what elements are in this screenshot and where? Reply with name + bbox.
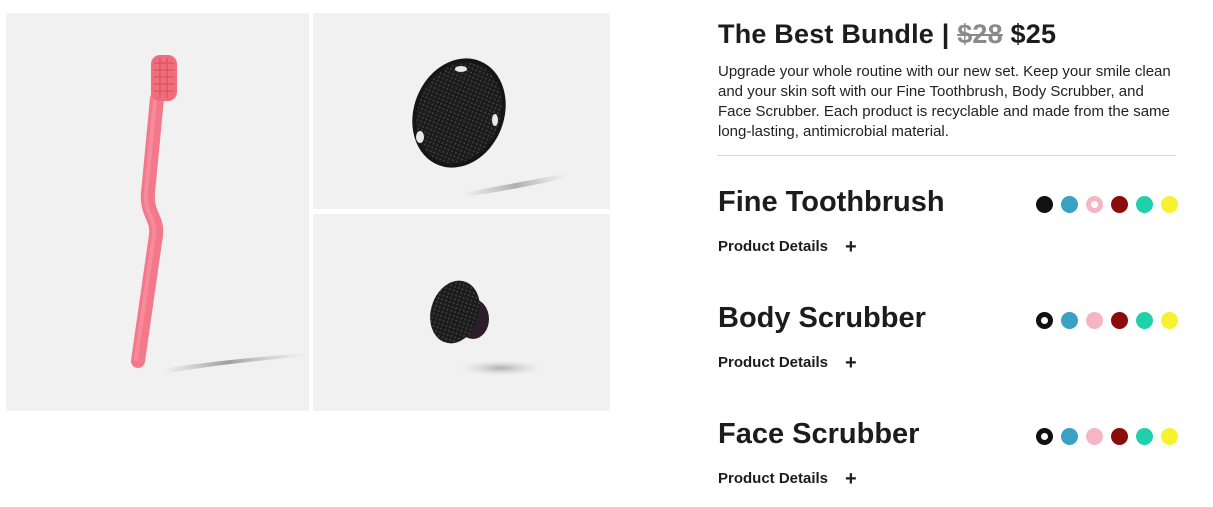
swatch-blue[interactable] xyxy=(1061,428,1078,445)
product-body-scrubber: Body Scrubber Product Details + xyxy=(718,301,1178,391)
product-details-toggle[interactable]: Product Details + xyxy=(718,237,857,257)
plus-icon[interactable]: + xyxy=(845,469,857,489)
swatch-blue[interactable] xyxy=(1061,312,1078,329)
bundle-name: The Best Bundle | xyxy=(718,19,950,49)
product-name: Face Scrubber xyxy=(718,418,920,450)
swatch-yellow[interactable] xyxy=(1161,428,1178,445)
color-swatches xyxy=(1036,312,1178,329)
swatch-black[interactable] xyxy=(1036,196,1053,213)
body-scrubber-image[interactable] xyxy=(313,13,610,209)
swatch-teal[interactable] xyxy=(1136,312,1153,329)
product-details-label: Product Details xyxy=(718,470,829,487)
divider xyxy=(718,155,1176,156)
swatch-pink[interactable] xyxy=(1086,196,1103,213)
product-fine-toothbrush: Fine Toothbrush Product Details + xyxy=(718,185,1178,275)
product-name: Fine Toothbrush xyxy=(718,186,945,218)
swatch-red[interactable] xyxy=(1111,428,1128,445)
product-details-toggle[interactable]: Product Details + xyxy=(718,469,857,489)
swatch-pink[interactable] xyxy=(1086,312,1103,329)
product-face-scrubber: Face Scrubber Product Details + xyxy=(718,417,1178,507)
swatch-black[interactable] xyxy=(1036,312,1053,329)
swatch-blue[interactable] xyxy=(1061,196,1078,213)
plus-icon[interactable]: + xyxy=(845,353,857,373)
swatch-yellow[interactable] xyxy=(1161,196,1178,213)
black-face-scrubber-image xyxy=(430,280,543,376)
pink-toothbrush-image xyxy=(131,55,308,374)
product-details-label: Product Details xyxy=(718,354,829,371)
swatch-black[interactable] xyxy=(1036,428,1053,445)
old-price: $28 xyxy=(957,19,1003,49)
plus-icon[interactable]: + xyxy=(845,237,857,257)
bundle-title: The Best Bundle | $28 $25 xyxy=(718,14,1056,54)
swatch-red[interactable] xyxy=(1111,196,1128,213)
swatch-teal[interactable] xyxy=(1136,196,1153,213)
bundle-description: Upgrade your whole routine with our new … xyxy=(718,63,1171,140)
sale-price: $25 xyxy=(1010,19,1057,49)
face-scrubber-image[interactable] xyxy=(313,214,610,411)
color-swatches xyxy=(1036,428,1178,445)
product-gallery xyxy=(0,0,620,502)
product-details-toggle[interactable]: Product Details + xyxy=(718,353,857,373)
swatch-red[interactable] xyxy=(1111,312,1128,329)
product-details-label: Product Details xyxy=(718,238,829,255)
black-body-scrubber-image xyxy=(412,58,569,197)
product-info-panel: The Best Bundle | $28 $25 Upgrade your w… xyxy=(718,0,1178,502)
swatch-pink[interactable] xyxy=(1086,428,1103,445)
swatch-teal[interactable] xyxy=(1136,428,1153,445)
swatch-yellow[interactable] xyxy=(1161,312,1178,329)
color-swatches xyxy=(1036,196,1178,213)
toothbrush-image[interactable] xyxy=(6,13,309,411)
product-name: Body Scrubber xyxy=(718,302,926,334)
